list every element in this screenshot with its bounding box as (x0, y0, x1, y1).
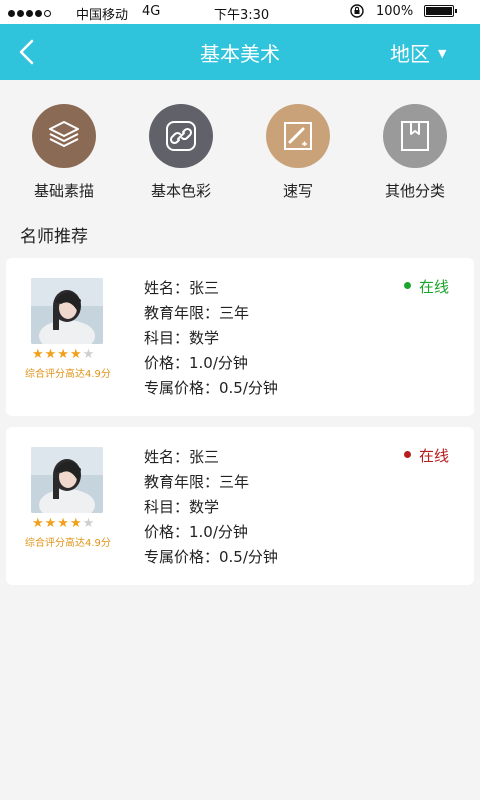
teacher-info: 姓名：张三 教育年限：三年 科目：数学 价格：1.0/分钟 专属价格：0.5/分… (144, 445, 278, 570)
stars-empty: ★ (82, 347, 96, 362)
teacher-price: 价格：1.0/分钟 (144, 354, 248, 372)
teacher-exclusive-price: 专属价格：0.5/分钟 (144, 548, 278, 566)
teacher-card[interactable]: ★★★★★ 综合评分高达4.9分 姓名：张三 教育年限：三年 科目：数学 价格：… (6, 427, 474, 585)
stars-filled: ★★★★ (32, 347, 83, 362)
status-dot-icon (404, 282, 411, 289)
category-icon-circle (383, 104, 447, 168)
region-dropdown[interactable]: 地区 ▼ (390, 38, 446, 67)
battery-icon (424, 5, 457, 17)
network-type: 4G (142, 4, 161, 19)
clock: 下午3:30 (214, 8, 270, 23)
status-label: 在线 (419, 447, 450, 465)
header-bar: 基本美术 地区 ▼ (0, 24, 480, 80)
rotation-lock-icon (350, 4, 364, 18)
category-label: 速写 (282, 182, 313, 200)
teacher-price: 价格：1.0/分钟 (144, 523, 248, 541)
rating-stars: ★★★★★ (32, 347, 95, 362)
category-basic-color[interactable]: 基本色彩 (126, 104, 236, 201)
teacher-exclusive-price: 专属价格：0.5/分钟 (144, 379, 278, 397)
carrier-name: 中国移动 (76, 8, 129, 23)
layers-icon (49, 121, 79, 147)
category-label: 其他分类 (384, 182, 445, 200)
stars-empty: ★ (82, 516, 96, 531)
category-icon-circle (149, 104, 213, 168)
teacher-card[interactable]: ★★★★★ 综合评分高达4.9分 姓名：张三 教育年限：三年 科目：数学 价格：… (6, 258, 474, 416)
caret-down-icon: ▼ (438, 47, 447, 60)
rating-text: 综合评分高达4.9分 (25, 538, 111, 549)
category-icon-circle (266, 104, 330, 168)
rating-stars: ★★★★★ (32, 516, 95, 531)
teacher-years: 教育年限：三年 (144, 473, 250, 491)
category-basic-sketch[interactable]: 基础素描 (9, 104, 119, 201)
battery-percent: 100% (376, 4, 414, 19)
online-status: 在线 (404, 445, 449, 466)
bookmark-icon (401, 121, 429, 151)
status-label: 在线 (419, 278, 450, 296)
sketch-brush-icon (284, 122, 312, 150)
stars-filled: ★★★★ (32, 516, 83, 531)
teacher-name: 姓名：张三 (144, 448, 220, 466)
category-icon-circle (32, 104, 96, 168)
category-grid: 基础素描 基本色彩 速写 其他分类 (0, 80, 480, 210)
region-label: 地区 (390, 42, 430, 66)
status-bar: 中国移动 4G 下午3:30 100% (0, 0, 480, 24)
status-dot-icon (404, 451, 411, 458)
teacher-years: 教育年限：三年 (144, 304, 250, 322)
category-quick-sketch[interactable]: 速写 (243, 104, 353, 201)
section-title: 名师推荐 (20, 227, 88, 247)
category-other[interactable]: 其他分类 (360, 104, 470, 201)
teacher-subject: 科目：数学 (144, 329, 220, 347)
teacher-name: 姓名：张三 (144, 279, 220, 297)
teacher-subject: 科目：数学 (144, 498, 220, 516)
category-label: 基础素描 (33, 182, 94, 200)
signal-icon (8, 6, 53, 21)
teacher-info: 姓名：张三 教育年限：三年 科目：数学 价格：1.0/分钟 专属价格：0.5/分… (144, 276, 278, 401)
rating-text: 综合评分高达4.9分 (25, 369, 111, 380)
teacher-avatar (31, 278, 103, 344)
online-status: 在线 (404, 276, 449, 297)
category-label: 基本色彩 (150, 182, 211, 200)
link-icon (166, 121, 196, 151)
teacher-avatar (31, 447, 103, 513)
